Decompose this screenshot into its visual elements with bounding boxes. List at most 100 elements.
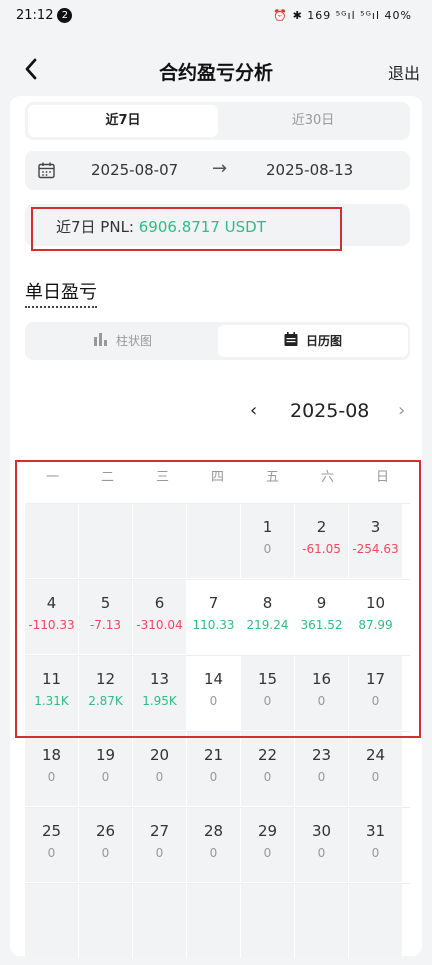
day-pnl-value: 0 (371, 846, 380, 860)
calendar-day-cell[interactable]: 25 0 (25, 808, 79, 882)
day-number: 14 (203, 670, 224, 688)
tab-bar-chart-label: 柱状图 (115, 334, 152, 348)
day-pnl-value: 0 (209, 846, 218, 860)
calendar-empty-cell (25, 884, 79, 958)
day-pnl-value: 2.87K (88, 694, 123, 708)
day-number: 1 (262, 518, 273, 536)
calendar-day-cell[interactable]: 22 0 (241, 732, 295, 806)
weekday-label: 三 (155, 470, 169, 485)
calendar-empty-cell (187, 884, 241, 958)
calendar-day-cell[interactable]: 21 0 (187, 732, 241, 806)
day-number: 15 (257, 670, 278, 688)
day-pnl-value: -310.04 (136, 618, 183, 632)
pnl-text: 近7日 PNL: 6906.8717 USDT (56, 216, 266, 237)
day-pnl-value (187, 922, 240, 938)
day-number: 30 (311, 822, 332, 840)
calendar-day-cell[interactable]: 30 0 (295, 808, 349, 882)
prev-month-icon[interactable]: ‹ (250, 400, 257, 421)
day-pnl-value (349, 922, 402, 938)
day-number: 2 (316, 518, 327, 536)
day-pnl-value: -110.33 (28, 618, 75, 632)
calendar-empty-cell (295, 884, 349, 958)
day-pnl-value (295, 922, 348, 938)
day-number (133, 518, 186, 538)
day-number (25, 518, 78, 538)
day-number: 20 (149, 746, 170, 764)
calendar-day-cell[interactable]: 9 361.52 (295, 580, 349, 654)
tab-calendar-chart[interactable]: 日历图 (218, 325, 408, 357)
day-pnl-value (133, 542, 186, 558)
calendar-empty-cell (25, 504, 79, 578)
calendar-day-cell[interactable]: 10 (241, 504, 295, 578)
day-pnl-value: 1.31K (34, 694, 69, 708)
day-number (79, 518, 132, 538)
calendar-day-cell[interactable]: 10 87.99 (349, 580, 403, 654)
calendar-day-cell[interactable]: 4 -110.33 (25, 580, 79, 654)
day-number: 17 (365, 670, 386, 688)
status-bar: 21:12 2 ⏰ ✱ 169 ⁵ᴳıl ⁵ᴳıl 40% (0, 0, 432, 34)
calendar-day-cell[interactable]: 11 1.31K (25, 656, 79, 730)
calendar-day-cell[interactable]: 29 0 (241, 808, 295, 882)
time-text: 21:12 (16, 8, 54, 23)
day-number: 21 (203, 746, 224, 764)
calendar-day-cell[interactable]: 17 0 (349, 656, 403, 730)
day-number: 25 (41, 822, 62, 840)
tab-bar-chart[interactable]: 柱状图 (28, 325, 218, 357)
calendar-day-cell[interactable]: 19 0 (79, 732, 133, 806)
calendar-week-row (25, 883, 410, 959)
calendar-empty-cell (349, 884, 403, 958)
tab-30-days[interactable]: 近30日 (218, 105, 408, 137)
day-pnl-value: 87.99 (358, 618, 393, 632)
calendar-icon (284, 326, 298, 358)
tab-7-days[interactable]: 近7日 (28, 105, 218, 137)
day-pnl-value: 0 (47, 770, 56, 784)
exit-button[interactable]: 退出 (388, 60, 420, 84)
calendar-day-cell[interactable]: 28 0 (187, 808, 241, 882)
calendar-day-cell[interactable]: 18 0 (25, 732, 79, 806)
weekday-header: 一二三四五六日 (25, 458, 410, 503)
end-date[interactable]: 2025-08-13 (266, 161, 353, 179)
calendar-day-cell[interactable]: 24 0 (349, 732, 403, 806)
calendar-day-cell[interactable]: 14 0 (187, 656, 241, 730)
date-range-picker[interactable]: 2025-08-07 → 2025-08-13 (25, 151, 410, 190)
day-number (79, 898, 132, 918)
month-navigator: ‹ 2025-08 › (250, 398, 420, 428)
calendar-day-cell[interactable]: 2 -61.05 (295, 504, 349, 578)
calendar-day-cell[interactable]: 13 1.95K (133, 656, 187, 730)
pnl-calendar: 一二三四五六日 1 0 2 -61.05 3 -254.63 4 -110.33 5 -7.13 6… (25, 458, 410, 959)
day-pnl-value: 0 (263, 770, 272, 784)
calendar-day-cell[interactable]: 7 110.33 (187, 580, 241, 654)
calendar-day-cell[interactable]: 23 0 (295, 732, 349, 806)
day-pnl-value: -254.63 (352, 542, 399, 556)
day-number: 3 (370, 518, 381, 536)
day-pnl-value: 0 (317, 694, 326, 708)
pnl-label: 近7日 PNL: (56, 218, 139, 236)
calendar-day-cell[interactable]: 8 219.24 (241, 580, 295, 654)
calendar-day-cell[interactable]: 27 0 (133, 808, 187, 882)
weekday-label: 四 (210, 470, 224, 485)
calendar-week-row: 4 -110.33 5 -7.13 6 -310.04 7 110.33 8 219.24 9 361… (25, 579, 410, 655)
calendar-day-cell[interactable]: 26 0 (79, 808, 133, 882)
calendar-day-cell[interactable]: 15 0 (241, 656, 295, 730)
calendar-day-cell[interactable]: 20 0 (133, 732, 187, 806)
day-pnl-value: 219.24 (246, 618, 289, 632)
day-pnl-value: 0 (317, 846, 326, 860)
calendar-grid: 1 0 2 -61.05 3 -254.63 4 -110.33 5 -7.13 6 -310.04 7… (25, 503, 410, 959)
calendar-day-cell[interactable]: 6 -310.04 (133, 580, 187, 654)
calendar-day-cell[interactable]: 12 2.87K (79, 656, 133, 730)
day-number: 8 (262, 594, 273, 612)
status-time: 21:12 2 (16, 8, 73, 23)
day-pnl-value: -61.05 (302, 542, 341, 556)
pnl-value: 6906.8717 USDT (138, 218, 266, 236)
next-month-icon[interactable]: › (398, 400, 405, 421)
day-number: 10 (365, 594, 386, 612)
calendar-day-cell[interactable]: 16 0 (295, 656, 349, 730)
calendar-day-cell[interactable]: 5 -7.13 (79, 580, 133, 654)
calendar-day-cell[interactable]: 31 0 (349, 808, 403, 882)
day-number: 26 (95, 822, 116, 840)
day-pnl-value (79, 922, 132, 938)
calendar-day-cell[interactable]: 3 -254.63 (349, 504, 403, 578)
start-date[interactable]: 2025-08-07 (91, 161, 178, 179)
day-pnl-value: 0 (209, 770, 218, 784)
page-header: 合约盈亏分析 退出 (0, 44, 432, 96)
